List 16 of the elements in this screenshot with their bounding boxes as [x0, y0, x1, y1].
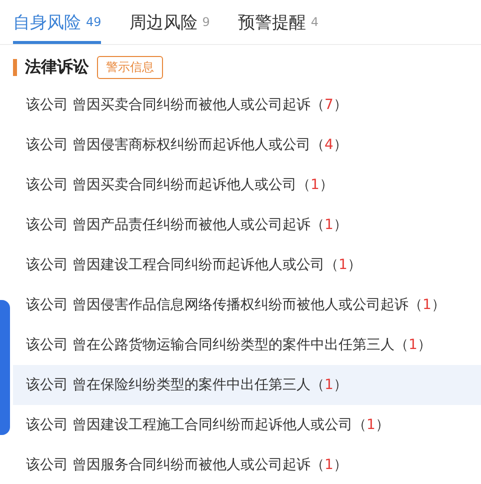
risk-item[interactable]: 该公司 曾因侵害作品信息网络传播权纠纷而被他人或公司起诉（1） [13, 285, 481, 325]
risk-item[interactable]: 该公司 曾因侵害商标权纠纷而起诉他人或公司（4） [13, 125, 481, 165]
risk-item[interactable]: 该公司 曾因产品责任纠纷而被他人或公司起诉（1） [13, 205, 481, 245]
tab[interactable]: 预警提醒 4 [238, 0, 319, 44]
tab[interactable]: 自身风险 49 [13, 0, 102, 44]
risk-item[interactable]: 该公司 曾因建设工程施工合同纠纷而起诉他人或公司（1） [13, 405, 481, 445]
section-marker [13, 59, 17, 76]
tab[interactable]: 周边风险 9 [129, 0, 210, 44]
risk-item[interactable]: 该公司 曾在保险纠纷类型的案件中出任第三人（1） [13, 365, 481, 405]
risk-item[interactable]: 该公司 曾因服务合同纠纷而被他人或公司起诉（1） [13, 445, 481, 484]
warning-tag: 警示信息 [97, 56, 163, 79]
risk-item[interactable]: 该公司 曾因买卖合同纠纷而被他人或公司起诉（7） [13, 85, 481, 125]
section-title: 法律诉讼 [25, 57, 89, 78]
risk-item[interactable]: 该公司 曾因建设工程合同纠纷而起诉他人或公司（1） [13, 245, 481, 285]
risk-item[interactable]: 该公司 曾在公路货物运输合同纠纷类型的案件中出任第三人（1） [13, 325, 481, 365]
risk-item[interactable]: 该公司 曾因买卖合同纠纷而起诉他人或公司（1） [13, 165, 481, 205]
